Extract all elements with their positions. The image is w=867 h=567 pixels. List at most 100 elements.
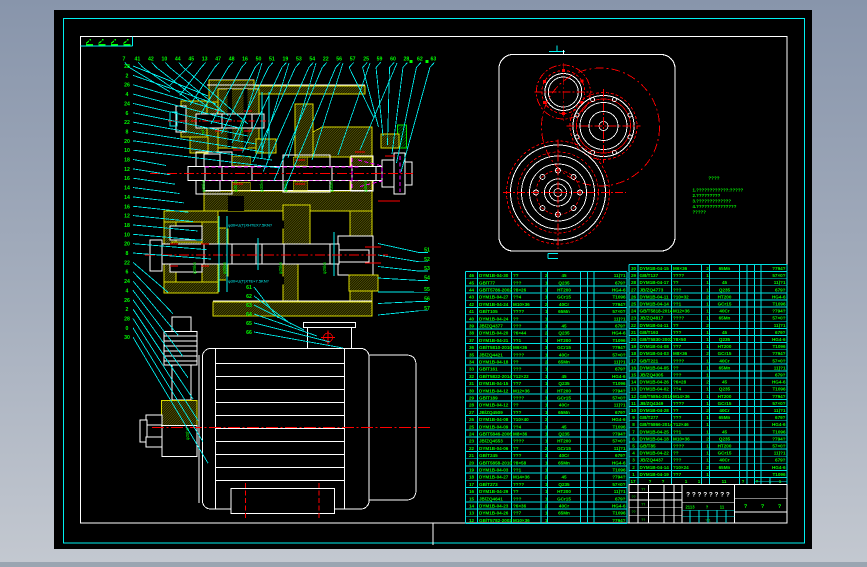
svg-text:1: 1 [706, 330, 709, 335]
svg-text:24: 24 [124, 279, 130, 285]
svg-text:26: 26 [631, 294, 637, 299]
svg-text:65: 65 [246, 321, 252, 327]
svg-text:φ30k6: φ30k6 [329, 180, 334, 192]
svg-text:63: 63 [430, 57, 436, 63]
svg-text:GB/T5818-2014: GB/T5818-2014 [640, 309, 673, 314]
svg-text:1: 1 [545, 511, 548, 516]
svg-text:1: 1 [545, 324, 548, 329]
svg-text:M10×36: M10×36 [513, 302, 530, 307]
svg-text:17: 17 [469, 482, 475, 487]
svg-text:679?: 679? [775, 287, 786, 292]
svg-text:DYM1B-04-08: DYM1B-04-08 [640, 344, 670, 349]
svg-text:15: 15 [631, 373, 637, 378]
svg-text:?6×44: ?6×44 [513, 331, 527, 336]
svg-text:2: 2 [706, 266, 709, 271]
svg-text:?12×46: ?12×46 [673, 422, 689, 427]
svg-text:???: ??? [513, 410, 522, 415]
svg-text:65Mn: 65Mn [719, 365, 731, 370]
svg-text:??1: ??1 [673, 429, 682, 434]
svg-text:3.?????????????: 3.????????????? [693, 199, 732, 204]
svg-text:1: 1 [545, 439, 548, 444]
svg-text:1: 1 [545, 309, 548, 314]
svg-text:DYM1B-04-14: DYM1B-04-14 [640, 465, 670, 470]
svg-text:1: 1 [545, 410, 548, 415]
svg-text:1: 1 [545, 345, 548, 350]
svg-text:?8×26: ?8×26 [513, 288, 527, 293]
svg-text:65Mn: 65Mn [558, 309, 570, 314]
svg-text:11)?1: 11)?1 [614, 316, 626, 321]
svg-text:DYM1B-04-25: DYM1B-04-25 [640, 429, 670, 434]
svg-text:40Cr: 40Cr [559, 302, 569, 307]
svg-text:39: 39 [469, 324, 475, 329]
svg-text:20: 20 [124, 139, 130, 145]
svg-text:Q235: Q235 [558, 381, 570, 386]
svg-text:1: 1 [545, 288, 548, 293]
svg-text:57×0?: 57×0? [612, 352, 625, 357]
svg-text:60: 60 [390, 57, 396, 63]
svg-text:65Mn: 65Mn [558, 511, 570, 516]
svg-text:2: 2 [545, 504, 548, 509]
svg-text:??7: ??7 [513, 381, 522, 386]
svg-text:GB/T5786-2002: GB/T5786-2002 [479, 288, 512, 293]
svg-text:HT200: HT200 [557, 388, 571, 393]
svg-text:?????: ????? [693, 210, 707, 215]
svg-text:1: 1 [706, 337, 709, 342]
svg-text:DYM1B-04-18: DYM1B-04-18 [640, 436, 670, 441]
svg-text:1: 1 [545, 460, 548, 465]
svg-text:27: 27 [469, 410, 475, 415]
svg-text:T1096: T1096 [612, 424, 625, 429]
svg-text:19: 19 [631, 344, 637, 349]
svg-text:679?: 679? [775, 330, 786, 335]
svg-text:65Mn: 65Mn [719, 415, 731, 420]
svg-text:HT200: HT200 [718, 444, 732, 449]
svg-text:??: ?? [673, 451, 679, 456]
svg-text:M8×36: M8×36 [673, 351, 688, 356]
svg-text:679?: 679? [615, 324, 626, 329]
svg-text:11)?1: 11)?1 [774, 408, 786, 413]
svg-text:1: 1 [545, 396, 548, 401]
svg-text:DYM1B-04-22: DYM1B-04-22 [640, 451, 670, 456]
svg-text:DYM1B-04-19: DYM1B-04-19 [640, 472, 670, 477]
svg-text:Q235: Q235 [558, 331, 570, 336]
svg-text:57×0?: 57×0? [772, 444, 785, 449]
svg-text:40Cr: 40Cr [559, 352, 569, 357]
svg-text:?: ? [742, 479, 745, 484]
svg-text:GB/T5782-2002: GB/T5782-2002 [479, 518, 512, 523]
svg-text:GCr15: GCr15 [557, 345, 571, 350]
svg-text:φ30×U(T)XTE×7.5KN?: φ30×U(T)XTE×7.5KN? [228, 279, 270, 284]
svg-text:JB/ZQ4305: JB/ZQ4305 [640, 373, 664, 378]
svg-text:???: ??? [513, 453, 522, 458]
svg-text:8: 8 [632, 422, 635, 427]
svg-text:22: 22 [631, 323, 637, 328]
svg-text:40Cr: 40Cr [719, 358, 729, 363]
svg-text:DYM1B-04-18: DYM1B-04-18 [479, 360, 509, 365]
svg-text:M6×36: M6×36 [673, 266, 688, 271]
svg-text:36: 36 [469, 345, 475, 350]
svg-text:????: ???? [513, 482, 524, 487]
svg-text:56: 56 [336, 57, 342, 63]
svg-text:1: 1 [545, 482, 548, 487]
svg-text:65Mn: 65Mn [558, 360, 570, 365]
svg-text:12: 12 [124, 214, 130, 220]
svg-text:1: 1 [706, 365, 709, 370]
svg-text:1: 1 [545, 403, 548, 408]
svg-text:10: 10 [124, 148, 130, 154]
svg-text:1: 1 [545, 295, 548, 300]
svg-text:GCr15: GCr15 [718, 451, 732, 456]
svg-text:JB/ZQ4641: JB/ZQ4641 [479, 496, 503, 501]
svg-text:DYM1B-04-15: DYM1B-04-15 [640, 266, 670, 271]
svg-text:11)?1: 11)?1 [614, 403, 626, 408]
svg-text:GB/T277: GB/T277 [640, 415, 659, 420]
svg-text:59: 59 [377, 57, 383, 63]
svg-text:??: ?? [632, 495, 636, 499]
svg-text:679?: 679? [775, 373, 786, 378]
svg-text:14: 14 [631, 380, 637, 385]
svg-text:1: 1 [706, 394, 709, 399]
svg-text:?794?: ?794? [772, 309, 785, 314]
svg-text:45: 45 [561, 324, 567, 329]
svg-text:GB/T77: GB/T77 [479, 280, 496, 285]
svg-text:?: ? [778, 504, 781, 510]
svg-text:M12×36: M12×36 [673, 309, 690, 314]
svg-text:1: 1 [706, 451, 709, 456]
svg-text:φ30k6: φ30k6 [201, 180, 206, 192]
